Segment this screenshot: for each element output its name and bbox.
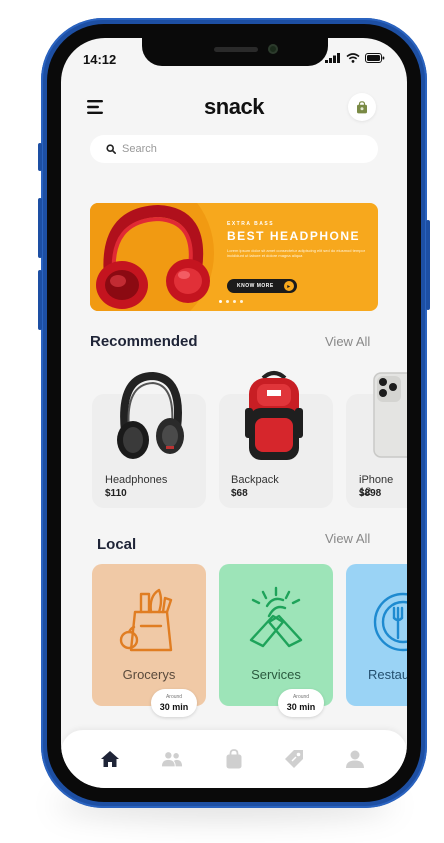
recommended-title: Recommended [90, 333, 198, 350]
search-placeholder: Search [122, 143, 157, 155]
speaker [214, 47, 258, 52]
search-bar[interactable]: Search [90, 135, 378, 163]
banner-title: BEST HEADPHONE [227, 229, 361, 243]
carousel-dot[interactable] [240, 300, 243, 303]
delivery-time: 30 min [286, 702, 316, 712]
carousel-dot[interactable] [233, 300, 236, 303]
banner-kicker: EXTRA BASS [227, 221, 275, 227]
local-card-grocerys[interactable]: Grocerys [92, 564, 206, 706]
product-price: $68 [231, 488, 248, 499]
promo-banner[interactable]: EXTRA BASS BEST HEADPHONE Lorem ipsum do… [90, 203, 378, 311]
camera [268, 44, 278, 54]
bottom-nav [61, 730, 407, 788]
side-button-mute [38, 143, 42, 171]
side-button-volume-up [38, 198, 42, 258]
delivery-time-badge: Around 30 min [151, 689, 197, 717]
search-icon [106, 144, 116, 154]
product-name: Backpack [231, 474, 279, 486]
handshake-icon [249, 586, 303, 648]
signal-icon [325, 53, 340, 63]
product-name: Headphones [105, 474, 168, 486]
side-button-power [426, 220, 430, 310]
notch [142, 38, 328, 66]
iphone-image [373, 372, 407, 458]
grocery-bag-icon [119, 588, 173, 652]
recommended-view-all[interactable]: View All [325, 334, 370, 349]
profile-icon [346, 750, 364, 768]
delivery-time: 30 min [159, 702, 189, 712]
arrow-right-icon: ▸ [284, 281, 294, 291]
status-time: 14:12 [83, 52, 117, 67]
banner-description: Lorem ipsum dolor sit amet consectetur a… [227, 248, 366, 258]
carousel-dot[interactable] [226, 300, 229, 303]
cart-button[interactable] [348, 93, 376, 121]
nav-profile[interactable] [344, 748, 366, 770]
local-card-label: Services [251, 667, 301, 682]
nav-people[interactable] [161, 748, 183, 770]
red-headphones-image [96, 204, 210, 309]
know-more-button[interactable]: KNOW MORE ▸ [227, 279, 297, 293]
restaurant-icon [373, 592, 407, 652]
local-card-services[interactable]: Services [219, 564, 333, 706]
tag-icon [285, 750, 303, 768]
status-icons [325, 53, 385, 63]
wifi-icon [346, 53, 360, 63]
delivery-time-prefix: Around [292, 694, 310, 700]
local-card-restaurants[interactable]: Restaurants [346, 564, 407, 706]
shopping-bag-icon [357, 100, 367, 113]
carousel-dot[interactable] [219, 300, 222, 303]
local-card-label: Grocerys [122, 667, 176, 682]
backpack-image [245, 371, 303, 460]
delivery-time-prefix: Around [165, 694, 183, 700]
local-card-label: Restaurants [367, 667, 407, 682]
delivery-time-badge: Around 30 min [278, 689, 324, 717]
battery-icon [365, 53, 385, 63]
app-header: snack [61, 90, 407, 126]
local-view-all[interactable]: View All [325, 531, 370, 546]
local-title: Local [97, 536, 137, 553]
app-screen: 14:12 snack Search EXTRA BASS BEST HEADP… [61, 38, 407, 788]
nav-tag[interactable] [283, 748, 305, 770]
home-icon [101, 751, 119, 767]
product-price: $110 [105, 488, 127, 499]
bag-icon [226, 749, 242, 769]
people-icon [161, 752, 183, 767]
nav-bag[interactable] [223, 748, 245, 770]
carousel-dots [219, 300, 243, 303]
know-more-label: KNOW MORE [237, 283, 274, 289]
product-price: $898 [359, 488, 382, 499]
headphones-image [117, 372, 184, 459]
side-button-volume-down [38, 270, 42, 330]
nav-home[interactable] [99, 748, 121, 770]
